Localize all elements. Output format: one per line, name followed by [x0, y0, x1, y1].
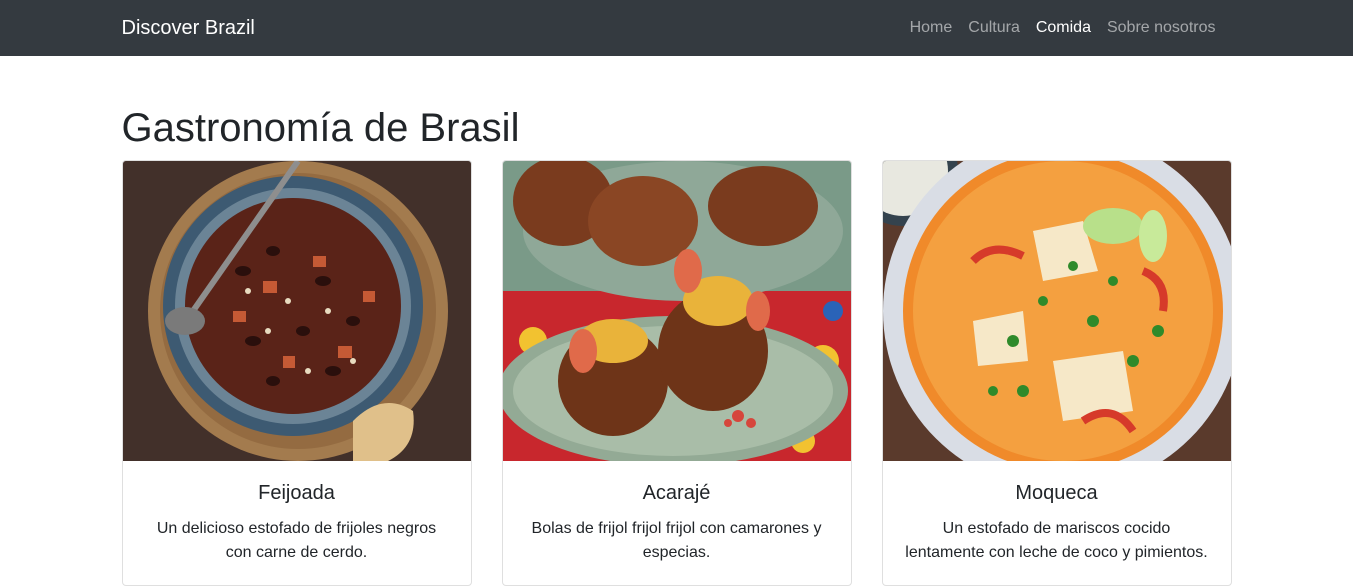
- card-body: Acarajé Bolas de frijol frijol frijol co…: [503, 461, 851, 585]
- navbar: Discover Brazil Home Cultura Comida Sobr…: [0, 0, 1353, 56]
- page-title: Gastronomía de Brasil: [121, 106, 520, 150]
- navbar-container: Discover Brazil Home Cultura Comida Sobr…: [122, 11, 1232, 45]
- main-content: Gastronomía de Brasil Feijoada Un delici…: [121, 104, 1232, 586]
- nav-links: Home Cultura Comida Sobre nosotros: [902, 11, 1232, 45]
- nav-link-comida[interactable]: Comida: [1028, 11, 1099, 45]
- brand-link[interactable]: Discover Brazil: [122, 17, 255, 40]
- nav-link-sobre-nosotros[interactable]: Sobre nosotros: [1099, 11, 1224, 45]
- nav-link-cultura[interactable]: Cultura: [960, 11, 1028, 45]
- nav-link-home[interactable]: Home: [902, 11, 961, 45]
- card-title: Acarajé: [642, 482, 711, 504]
- card-body: Moqueca Un estofado de mariscos cocido l…: [883, 461, 1231, 585]
- card-title: Moqueca: [1015, 482, 1098, 504]
- card-title: Feijoada: [258, 482, 335, 504]
- card-text: Bolas de frijol frijol frijol con camaro…: [531, 520, 822, 561]
- card-text: Un delicioso estofado de frijoles negros…: [156, 520, 437, 561]
- moqueca-image: [882, 161, 1231, 461]
- card-text: Un estofado de mariscos cocido lentament…: [905, 520, 1208, 561]
- feijoada-image: [122, 161, 471, 461]
- card-grid: Feijoada Un delicioso estofado de frijol…: [121, 160, 1232, 586]
- acaraje-image: [502, 161, 851, 461]
- card-feijoada: Feijoada Un delicioso estofado de frijol…: [121, 160, 472, 586]
- card-body: Feijoada Un delicioso estofado de frijol…: [123, 461, 471, 585]
- card-acaraje: Acarajé Bolas de frijol frijol frijol co…: [501, 160, 852, 586]
- card-moqueca: Moqueca Un estofado de mariscos cocido l…: [881, 160, 1232, 586]
